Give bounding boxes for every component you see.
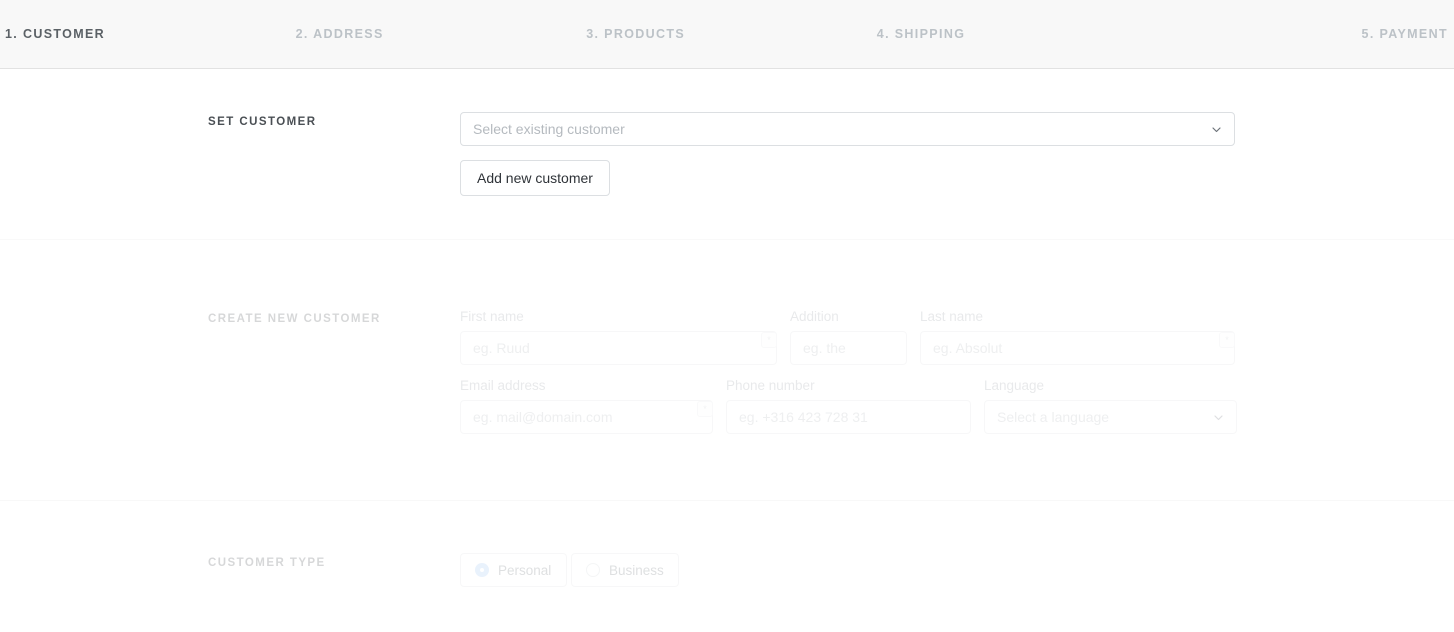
first-name-field: First name eg. Ruud *	[460, 309, 777, 365]
create-new-customer-section: CREATE NEW CUSTOMER First name eg. Ruud …	[0, 239, 1454, 500]
customer-type-title: CUSTOMER TYPE	[208, 557, 326, 569]
existing-customer-placeholder: Select existing customer	[473, 121, 625, 137]
create-new-customer-body: First name eg. Ruud * Addition eg. the L…	[460, 309, 1454, 434]
addition-placeholder: eg. the	[803, 340, 846, 356]
phone-label: Phone number	[726, 378, 815, 393]
phone-field: Phone number eg. +316 423 728 31	[726, 378, 971, 434]
last-name-placeholder: eg. Absolut	[933, 340, 1003, 356]
step-payment[interactable]: 5. PAYMENT	[1162, 27, 1454, 41]
step-customer[interactable]: 1. CUSTOMER	[0, 27, 291, 41]
email-placeholder: eg. mail@domain.com	[473, 409, 613, 425]
customer-type-section: CUSTOMER TYPE Personal Business	[0, 500, 1454, 632]
last-name-field: Last name eg. Absolut *	[920, 309, 1235, 365]
set-customer-body: Select existing customer Add new custome…	[460, 112, 1454, 196]
addition-input[interactable]: eg. the	[790, 331, 907, 365]
add-new-customer-button[interactable]: Add new customer	[460, 160, 610, 196]
customer-type-radio-group: Personal Business	[460, 553, 1454, 587]
step-products[interactable]: 3. PRODUCTS	[581, 27, 872, 41]
last-name-label: Last name	[920, 309, 984, 324]
email-label: Email address	[460, 378, 546, 393]
addition-field: Addition eg. the	[790, 309, 907, 365]
customer-type-personal-label: Personal	[498, 562, 552, 578]
checkout-stepper: 1. CUSTOMER 2. ADDRESS 3. PRODUCTS 4. SH…	[0, 0, 1454, 69]
phone-placeholder: eg. +316 423 728 31	[739, 409, 868, 425]
email-input[interactable]: eg. mail@domain.com	[460, 400, 713, 434]
last-name-input[interactable]: eg. Absolut	[920, 331, 1235, 365]
chevron-down-icon	[1213, 412, 1224, 423]
customer-type-body: Personal Business	[460, 553, 1454, 587]
step-shipping[interactable]: 4. SHIPPING	[872, 27, 1163, 41]
email-field: Email address eg. mail@domain.com *	[460, 378, 713, 434]
first-name-input[interactable]: eg. Ruud	[460, 331, 777, 365]
first-name-placeholder: eg. Ruud	[473, 340, 530, 356]
language-label: Language	[984, 378, 1045, 393]
customer-type-business-label: Business	[609, 562, 664, 578]
language-field: Language Select a language	[984, 378, 1237, 434]
customer-type-option-personal[interactable]: Personal	[460, 553, 567, 587]
customer-type-option-business[interactable]: Business	[571, 553, 679, 587]
set-customer-section: SET CUSTOMER Select existing customer Ad…	[0, 69, 1454, 239]
first-name-label: First name	[460, 309, 524, 324]
create-new-customer-title: CREATE NEW CUSTOMER	[208, 313, 381, 325]
existing-customer-field: Select existing customer	[460, 112, 1235, 146]
addition-label: Addition	[790, 309, 839, 324]
first-name-required-asterisk: *	[761, 332, 777, 348]
name-field-row: First name eg. Ruud * Addition eg. the L…	[460, 309, 1454, 365]
radio-unselected-icon	[586, 563, 600, 577]
language-placeholder: Select a language	[997, 409, 1110, 425]
language-select[interactable]: Select a language	[984, 400, 1237, 434]
chevron-down-icon	[1211, 124, 1222, 135]
set-customer-title: SET CUSTOMER	[208, 116, 317, 128]
contact-field-row: Email address eg. mail@domain.com * Phon…	[460, 378, 1454, 434]
email-required-asterisk: *	[697, 401, 713, 417]
step-address[interactable]: 2. ADDRESS	[291, 27, 582, 41]
existing-customer-select[interactable]: Select existing customer	[460, 112, 1235, 146]
phone-input[interactable]: eg. +316 423 728 31	[726, 400, 971, 434]
last-name-required-asterisk: *	[1219, 332, 1235, 348]
radio-selected-icon	[475, 563, 489, 577]
